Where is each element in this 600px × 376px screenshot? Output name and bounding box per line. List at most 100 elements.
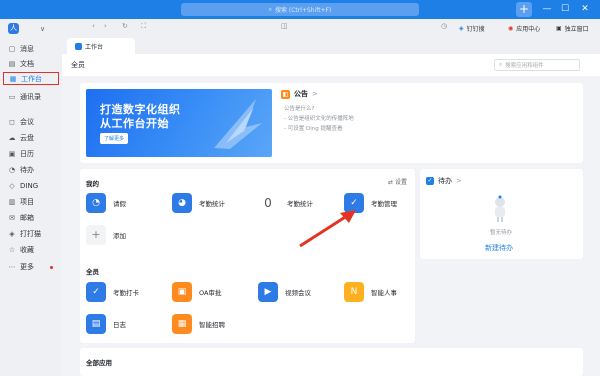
contacts-icon: ▭ — [8, 93, 16, 101]
minimize-button[interactable]: — — [540, 2, 554, 17]
search-apps-input[interactable]: ⌕ 搜索应用和组件 — [494, 59, 580, 71]
app-smart-hr[interactable]: N 智能人事 — [344, 281, 397, 303]
banner-subheadline: 从工作台开始 — [100, 117, 169, 130]
maximize-button[interactable]: ☐ — [558, 2, 572, 17]
history-icon[interactable]: ◷ — [441, 22, 447, 30]
sidebar-item-contacts[interactable]: ▭ 通讯录 — [3, 90, 59, 104]
add-app-button[interactable]: + 添加 — [86, 224, 126, 246]
notice-line: 公告是什么? — [284, 106, 315, 112]
search-icon: ⌕ — [499, 61, 503, 68]
all-members-title: 全员 — [86, 268, 99, 276]
profile-icon[interactable]: ◫ — [281, 22, 288, 30]
todo-header[interactable]: ✓ 待办 > — [426, 176, 462, 186]
app-center-icon: ◉ — [508, 25, 514, 32]
ding-icon: ◇ — [9, 182, 15, 190]
window-icon: ▣ — [556, 25, 562, 32]
sidebar-item-label: 文档 — [20, 60, 34, 68]
forward-icon[interactable]: › — [104, 22, 107, 30]
sidebar-item-label: 工作台 — [21, 74, 42, 83]
sidebar-item-cloud[interactable]: ☁ 云盘 — [3, 131, 59, 145]
settings-button[interactable]: ⇄ 设置 — [388, 177, 407, 186]
learn-more-button[interactable]: 了解更多 — [100, 133, 129, 144]
my-apps-title: 我的 — [86, 180, 99, 188]
notice-line: - 公告是组织文化的传播阵地 — [284, 116, 354, 122]
empty-todo-text: 暂无待办 — [490, 230, 513, 236]
clock-icon: ◔ — [86, 193, 106, 213]
sidebar-item-more[interactable]: ⋯ 更多 — [3, 260, 59, 274]
sidebar-item-label: 收藏 — [20, 246, 34, 254]
sidebar-item-ding[interactable]: ◇ DING — [3, 179, 59, 193]
sidebar-item-label: 更多 — [20, 263, 34, 271]
notification-dot — [50, 265, 53, 269]
sidebar-item-todo[interactable]: ◔ 待办 — [3, 163, 59, 177]
account-menu-chevron-icon[interactable]: ∨ — [40, 25, 45, 33]
back-icon[interactable]: ‹ — [92, 22, 95, 30]
sidebar-item-label: 会议 — [20, 118, 34, 126]
todo-icon: ◔ — [8, 166, 16, 174]
count-value: 0 — [264, 196, 272, 210]
avatar[interactable]: 人 — [8, 23, 19, 34]
global-search-input[interactable]: ⌕ 搜索 (Ctrl+Shift+F) — [181, 3, 419, 16]
workbench-tab-icon — [75, 42, 82, 50]
app-smart-recruit[interactable]: ▦ 智能招聘 — [172, 313, 225, 335]
create-button[interactable]: + — [516, 2, 532, 17]
annotation-arrow — [299, 210, 356, 248]
all-apps-title: 全部应用 — [86, 359, 112, 367]
app-attendance-stats[interactable]: ◕ 考勤统计 — [172, 192, 225, 214]
sidebar-item-mail[interactable]: ✉ 邮箱 — [3, 211, 59, 225]
close-button[interactable]: ✕ — [578, 2, 592, 17]
app-video-meeting[interactable]: ▶ 视频会议 — [258, 281, 311, 303]
plus-icon: + — [86, 225, 106, 245]
video-icon: ▶ — [258, 282, 278, 302]
app-leave[interactable]: ◔ 请假 — [86, 192, 126, 214]
new-todo-button[interactable]: 新建待办 — [485, 243, 513, 253]
fullscreen-icon[interactable]: ⛶ — [141, 22, 146, 31]
promo-banner[interactable]: 打造数字化组织 从工作台开始 了解更多 — [86, 89, 272, 157]
sidebar-item-workbench[interactable]: ▦ 工作台 — [3, 72, 59, 85]
log-icon: ▤ — [86, 314, 106, 334]
sidebar-item-label: 通讯录 — [20, 93, 41, 101]
recruit-icon: ▦ — [172, 314, 192, 334]
app-center-button[interactable]: ◉ 应用中心 — [508, 24, 540, 33]
notice-icon: ◧ — [281, 89, 290, 99]
page-title: 全员 — [71, 61, 85, 69]
empty-todo-illustration-icon — [495, 195, 505, 222]
sidebar-item-label: DING — [20, 182, 39, 190]
sidebar-item-favorites[interactable]: ☆ 收藏 — [3, 243, 59, 257]
star-icon: ☆ — [8, 246, 16, 254]
sidebar-item-label: 云盘 — [20, 134, 34, 142]
sidebar-item-docs[interactable]: ▤ 文档 — [3, 57, 59, 71]
search-icon: ⌕ — [268, 5, 272, 13]
check-shield-icon: ✓ — [86, 282, 106, 302]
cloud-icon: ☁ — [8, 134, 16, 142]
app-clock-in[interactable]: ✓ 考勤打卡 — [86, 281, 139, 303]
app-log[interactable]: ▤ 日志 — [86, 313, 126, 335]
mail-icon: ✉ — [9, 214, 15, 222]
sidebar-item-calendar[interactable]: ▣ 日历 — [3, 147, 59, 161]
settings-icon: ⇄ — [388, 179, 394, 186]
chevron-right-icon: > — [312, 90, 318, 98]
tab-workbench[interactable]: 工作台 — [67, 38, 135, 54]
sidebar-item-label: 项目 — [20, 198, 34, 206]
sidebar-item-label: 消息 — [20, 45, 34, 53]
notice-line: - 可设置 Ding 提醒查看 — [284, 126, 343, 132]
sidebar-item-messages[interactable]: ▢ 消息 — [3, 42, 59, 56]
chat-icon: ▢ — [8, 45, 16, 53]
notice-panel[interactable]: ◧ 公告 > 公告是什么? - 公告是组织文化的传播阵地 - 可设置 Ding … — [281, 89, 354, 132]
calendar-icon: ▣ — [8, 150, 16, 158]
dingbot-button[interactable]: ◈ 钉钉搜 — [459, 24, 485, 33]
meeting-icon: ◻ — [9, 118, 15, 126]
sidebar-item-project[interactable]: ▥ 项目 — [3, 195, 59, 209]
bird-illustration-icon — [214, 99, 262, 149]
sidebar-item-label: 打打猫 — [20, 230, 41, 238]
refresh-icon[interactable]: ↻ — [122, 22, 128, 30]
sidebar-item-meeting[interactable]: ◻ 会议 — [3, 115, 59, 129]
sidebar-item-cat[interactable]: ◈ 打打猫 — [3, 227, 59, 241]
dingbot-icon: ◈ — [459, 25, 464, 32]
todo-check-icon: ✓ — [426, 177, 434, 185]
app-oa-approval[interactable]: ▣ OA审批 — [172, 281, 221, 303]
standalone-window-button[interactable]: ▣ 独立窗口 — [556, 24, 589, 33]
chevron-right-icon: > — [456, 177, 462, 185]
search-placeholder: 搜索 (Ctrl+Shift+F) — [274, 7, 332, 14]
all-apps-card — [80, 348, 583, 376]
